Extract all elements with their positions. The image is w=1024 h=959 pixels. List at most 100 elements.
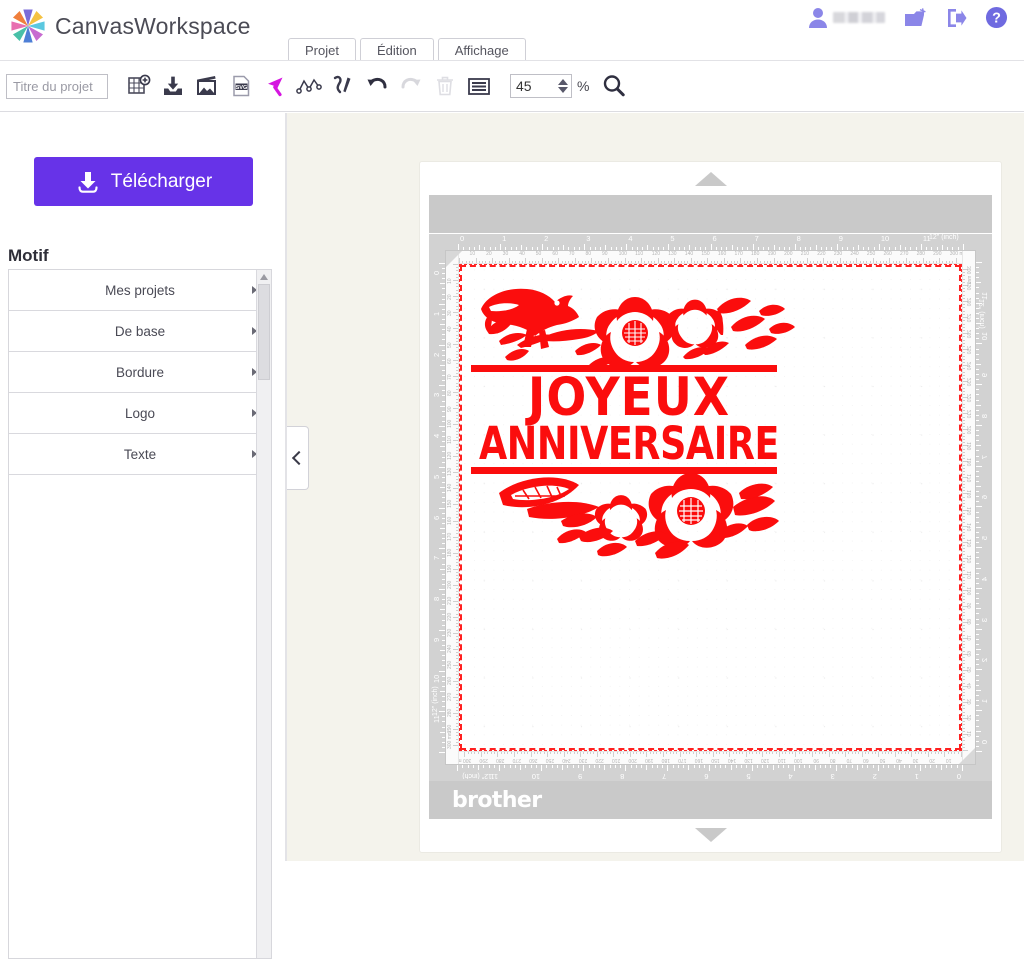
ruler-mm-label: 100: [794, 757, 803, 763]
ruler-inch-label: 7: [980, 454, 989, 459]
ruler-mm-label: 280: [447, 708, 453, 717]
ruler-mm-label: 200: [628, 757, 637, 763]
ruler-mm-label: 60: [863, 757, 869, 763]
ruler-inch-label: 9: [980, 373, 989, 378]
ruler-inch-label: 2: [872, 772, 877, 781]
ruler-mm-label: 20: [486, 251, 492, 257]
svg-file-icon[interactable]: SVG: [224, 69, 258, 103]
sidebar-item-bordure[interactable]: Bordure: [9, 352, 271, 393]
panel-collapse-handle[interactable]: [287, 426, 309, 490]
import-file-icon[interactable]: [156, 69, 190, 103]
user-account-button[interactable]: [808, 7, 885, 29]
ruler-mm-label: 190: [447, 564, 453, 573]
sidebar-item-label: De base: [114, 323, 166, 339]
ruler-mm-label: 130: [744, 757, 753, 763]
ruler-mm-label: 80: [967, 618, 973, 625]
brother-logo: brother: [452, 787, 542, 813]
zoom-stepper-up-icon[interactable]: [558, 79, 568, 85]
ruler-mm-label: 290: [479, 757, 488, 763]
ruler-inch-label: 4: [628, 234, 633, 243]
ruler-mm-label: 140: [684, 251, 694, 257]
ruler-mm-label: 210: [967, 410, 973, 419]
ruler-mm-label: 90: [813, 757, 819, 763]
sidebar-item-de-base[interactable]: De base: [9, 311, 271, 352]
ruler-mm-label: 130: [447, 468, 453, 477]
ruler-mm-label: 110: [635, 251, 644, 257]
ruler-mm-label: 60: [967, 650, 973, 657]
new-sheet-icon[interactable]: [122, 69, 156, 103]
zoom-search-icon[interactable]: [597, 69, 631, 103]
ruler-unit-label: 12" (inch): [929, 234, 959, 241]
ruler-mm-label: 20: [967, 714, 973, 721]
ruler-mm-label: 90: [447, 406, 453, 413]
ruler-inch-label: 2: [544, 234, 549, 243]
ruler-inch-label: 6: [980, 495, 989, 500]
ruler-inch-label: 10: [432, 674, 441, 683]
ruler-mm-label: 40: [447, 326, 453, 333]
ruler-mm-label: 30: [967, 698, 973, 705]
new-project-icon[interactable]: [903, 7, 927, 29]
joyeux-anniversaire-papercut-design[interactable]: JOYEUX ANNIVERSAIRE: [469, 269, 799, 569]
zoom-stepper-down-icon[interactable]: [558, 87, 568, 93]
zoom-stepper[interactable]: [555, 74, 571, 98]
ruler-mm-label: 210: [800, 251, 810, 257]
mat-top-bar: [429, 195, 992, 233]
help-question-icon[interactable]: ?: [985, 6, 1008, 29]
sidebar-item-texte[interactable]: Texte: [9, 434, 271, 475]
mm-ruler-bottom: 10 20 30 40 50 60 70 80 90 100 110 120 130 140 150 160 1…: [446, 751, 975, 764]
select-arrow-icon[interactable]: [258, 69, 292, 103]
sidebar-item-logo[interactable]: Logo: [9, 393, 271, 434]
ruler-inch-label: 0: [432, 270, 441, 275]
insert-image-icon[interactable]: [190, 69, 224, 103]
ruler-mm-label: 250: [866, 251, 876, 257]
ruler-inch-label: 9: [432, 637, 441, 642]
scroll-up-arrow-icon[interactable]: [260, 274, 268, 280]
logout-icon[interactable]: [945, 7, 967, 29]
ruler-mm-label: 50: [879, 757, 886, 763]
ruler-mm-label: 300 mm: [967, 266, 973, 285]
ruler-mm-label: 60: [447, 358, 453, 365]
undo-icon[interactable]: [360, 69, 394, 103]
ruler-inch-label: 2: [980, 658, 989, 663]
cutting-mat[interactable]: 0 1 2 3 4 5 6 7 8 9 10 11 12" (inch) 0 1 2 3 4 5 6 7 8 9 10 11 1…: [429, 234, 992, 781]
ruler-mm-label: 150: [447, 500, 453, 509]
ruler-mm-label: 150: [711, 757, 720, 763]
ruler-mm-label: 280: [916, 251, 925, 257]
scrollbar-thumb[interactable]: [258, 284, 270, 380]
ruler-inch-label: 8: [432, 596, 441, 601]
top-bar: CanvasWorkspace Projet Édition Affichage…: [0, 0, 1024, 64]
ruler-mm-label: 40: [967, 682, 973, 689]
project-title-input[interactable]: [6, 73, 108, 99]
ruler-mm-label: 70: [568, 251, 575, 257]
mat-bottom-bar: brother: [429, 781, 992, 819]
ruler-mm-label: 170: [678, 757, 687, 763]
ruler-mm-label: 180: [447, 548, 453, 557]
ruler-mm-label: 220: [595, 757, 604, 763]
draw-pen-icon[interactable]: [326, 69, 360, 103]
cut-area[interactable]: JOYEUX ANNIVERSAIRE: [459, 264, 962, 751]
ruler-mm-label: 120: [967, 554, 973, 563]
ruler-mm-label: 280: [967, 298, 973, 307]
ruler-mm-label: 220: [817, 251, 826, 257]
list-menu-icon[interactable]: [462, 69, 496, 103]
ruler-mm-label: 120: [447, 452, 453, 461]
ruler-mm-label: 140: [727, 757, 737, 763]
download-button[interactable]: Télécharger: [34, 157, 253, 206]
cut-boundary-border: [460, 265, 961, 750]
ruler-left: 0 1 2 3 4 5 6 7 8 9 10 11 12" (inch): [429, 234, 445, 781]
ruler-mm-label: 120: [760, 757, 770, 763]
ruler-inch-label: 10: [880, 234, 890, 243]
ruler-inch-label: 3: [432, 393, 441, 398]
ruler-mm-label: 250: [545, 757, 555, 763]
ruler-inch-label: 9: [838, 234, 843, 243]
ruler-mm-label: 110: [447, 436, 453, 445]
ruler-inch-label: 1: [432, 311, 441, 316]
sidebar-item-mes-projets[interactable]: Mes projets: [9, 270, 271, 311]
ruler-mm-label: 40: [519, 251, 525, 257]
motif-list-scrollbar[interactable]: [256, 270, 271, 958]
ruler-mm-label: 180: [751, 251, 760, 257]
node-edit-icon[interactable]: [292, 69, 326, 103]
scroll-up-arrow-icon[interactable]: [694, 172, 727, 186]
scroll-down-arrow-icon[interactable]: [694, 828, 727, 842]
ruler-mm-label: 50: [535, 251, 542, 257]
